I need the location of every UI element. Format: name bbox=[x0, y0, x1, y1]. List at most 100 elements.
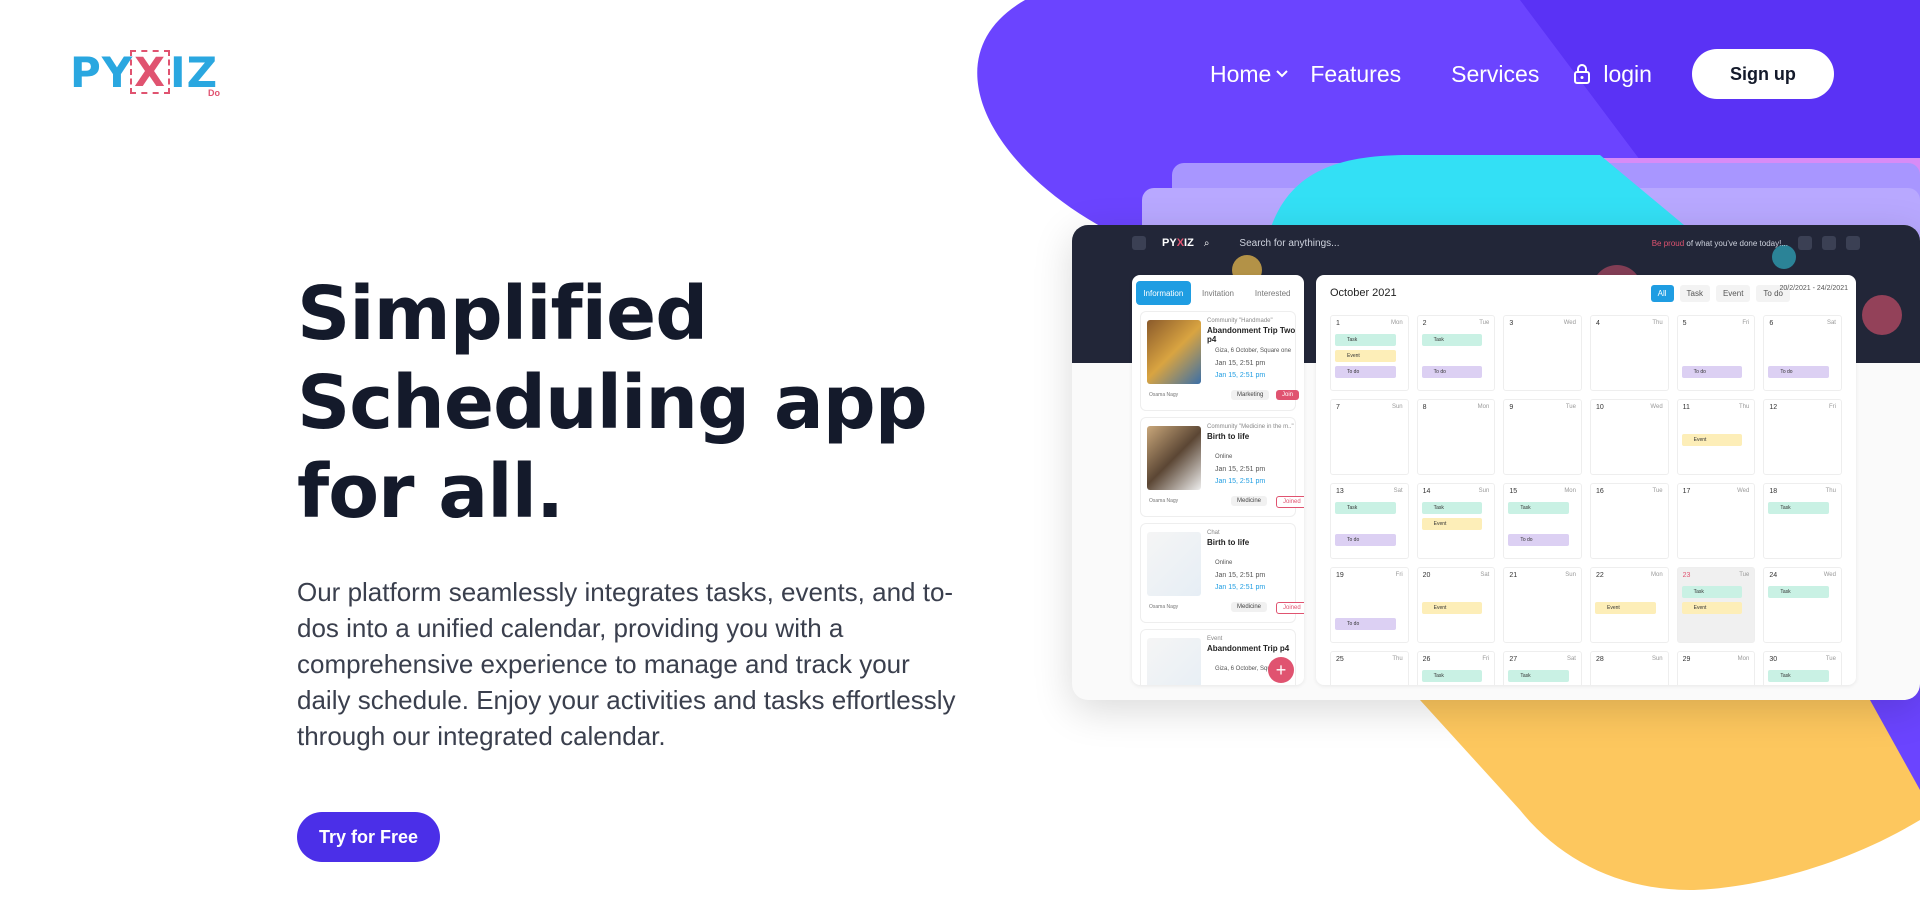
calendar-day[interactable]: 2 Tue Task To do bbox=[1416, 315, 1496, 391]
calendar-day[interactable]: 17 Wed bbox=[1676, 483, 1756, 559]
calendar-day[interactable]: 29 Mon bbox=[1676, 651, 1756, 685]
day-number: 30 bbox=[1769, 656, 1778, 663]
date-range[interactable]: 20/2/2021 - 24/2/2021 bbox=[1779, 285, 1848, 292]
calendar-day[interactable]: 11 Thu Event bbox=[1676, 399, 1756, 475]
event-owner: Osama Nagy bbox=[1149, 498, 1179, 504]
calendar-day[interactable]: 22 Mon Event bbox=[1589, 567, 1669, 643]
task-chip[interactable]: Task bbox=[1421, 502, 1483, 514]
tab-information[interactable]: Information bbox=[1136, 281, 1191, 305]
todo-chip[interactable]: To do bbox=[1335, 618, 1396, 630]
task-chip[interactable]: Task bbox=[1768, 586, 1829, 598]
calendar-day[interactable]: 26 Fri Task bbox=[1416, 651, 1496, 685]
day-number: 6 bbox=[1769, 320, 1774, 327]
event-action-button[interactable]: Joined bbox=[1276, 496, 1304, 508]
nav-home[interactable]: Home bbox=[1210, 61, 1289, 88]
calendar-day[interactable]: 7 Sun bbox=[1330, 399, 1409, 475]
day-number: 25 bbox=[1336, 656, 1344, 663]
event-card[interactable]: Chat Birth to life Online Jan 15, 2:51 pm Ja… bbox=[1140, 523, 1304, 623]
nav-login[interactable]: login bbox=[1573, 61, 1652, 88]
event-chip[interactable]: Event bbox=[1681, 434, 1743, 446]
brand-logo[interactable]: PY X IZ Do bbox=[70, 48, 230, 102]
calendar-day[interactable]: 13 Sat Task To do bbox=[1330, 483, 1409, 559]
calendar-day[interactable]: 27 Sat Task bbox=[1503, 651, 1582, 685]
event-action-button[interactable]: Joined bbox=[1276, 602, 1304, 614]
profile-icon[interactable] bbox=[1846, 236, 1860, 250]
day-weekday: Thu bbox=[1392, 656, 1403, 662]
calendar-day[interactable]: 15 Mon Task To do bbox=[1503, 483, 1582, 559]
calendar-day[interactable]: 5 Fri To do bbox=[1676, 315, 1756, 391]
day-number: 20 bbox=[1422, 572, 1431, 579]
event-chip[interactable]: Event bbox=[1594, 602, 1656, 614]
calendar-day[interactable]: 16 Tue bbox=[1589, 483, 1669, 559]
filter-event[interactable]: Event bbox=[1715, 285, 1751, 302]
try-for-free-button[interactable]: Try for Free bbox=[297, 812, 440, 862]
day-number: 18 bbox=[1769, 488, 1778, 495]
todo-chip[interactable]: To do bbox=[1335, 366, 1396, 378]
event-chip[interactable]: Event bbox=[1421, 602, 1483, 614]
event-chip[interactable]: Event bbox=[1421, 518, 1483, 530]
tab-invitation[interactable]: Invitation bbox=[1191, 281, 1246, 305]
task-chip[interactable]: Task bbox=[1421, 334, 1483, 346]
calendar-day[interactable]: 21 Sun bbox=[1503, 567, 1582, 643]
calendar-day[interactable]: 25 Thu bbox=[1330, 651, 1409, 685]
filter-all[interactable]: All bbox=[1650, 285, 1674, 302]
event-location: Online bbox=[1215, 560, 1233, 566]
day-weekday: Sat bbox=[1393, 488, 1403, 494]
event-chip[interactable]: Event bbox=[1681, 602, 1743, 614]
event-card[interactable]: Community "Handmade" Abandonment Trip Two… bbox=[1140, 311, 1300, 411]
calendar-day[interactable]: 23 Tue Task Event bbox=[1676, 567, 1756, 643]
nav-features[interactable]: Features bbox=[1310, 61, 1401, 88]
calendar-day[interactable]: 8 Mon bbox=[1416, 399, 1496, 475]
task-chip[interactable]: Task bbox=[1335, 334, 1396, 346]
calendar-day[interactable]: 20 Sat Event bbox=[1416, 567, 1496, 643]
calendar-day[interactable]: 6 Sat To do bbox=[1763, 315, 1842, 391]
calendar-day[interactable]: 30 Tue Task bbox=[1763, 651, 1842, 685]
calendar-day[interactable]: 9 Tue bbox=[1503, 399, 1582, 475]
signup-button[interactable]: Sign up bbox=[1691, 49, 1834, 99]
landing-page: PY X IZ Do Home Features Services login … bbox=[0, 0, 1920, 909]
calendar-day[interactable]: 18 Thu Task bbox=[1763, 483, 1842, 559]
calendar-day[interactable]: 14 Sun Task Event bbox=[1416, 483, 1496, 559]
calendar-day[interactable]: 28 Sun bbox=[1589, 651, 1669, 685]
bell-icon[interactable] bbox=[1822, 236, 1836, 250]
day-number: 10 bbox=[1595, 404, 1604, 411]
hero-description: Our platform seamlessly integrates tasks… bbox=[297, 577, 956, 751]
event-end-date: Jan 15, 2:51 pm bbox=[1215, 372, 1266, 379]
event-location: Online bbox=[1215, 454, 1233, 460]
event-card[interactable]: Community "Medicine in the m.." Birth to … bbox=[1140, 417, 1304, 517]
filter-task[interactable]: Task bbox=[1679, 285, 1710, 302]
task-chip[interactable]: Task bbox=[1508, 670, 1569, 682]
calendar-day[interactable]: 24 Wed Task bbox=[1763, 567, 1842, 643]
calendar-month: October 2021 bbox=[1330, 287, 1397, 299]
calendar-icon[interactable] bbox=[1798, 236, 1812, 250]
todo-chip[interactable]: To do bbox=[1681, 366, 1743, 378]
day-number: 29 bbox=[1682, 656, 1691, 663]
task-chip[interactable]: Task bbox=[1768, 670, 1829, 682]
day-number: 2 bbox=[1422, 320, 1427, 327]
task-chip[interactable]: Task bbox=[1421, 670, 1483, 682]
mockup-search[interactable]: Search for anythings... bbox=[1239, 238, 1339, 249]
event-chip[interactable]: Event bbox=[1335, 350, 1396, 362]
event-action-button[interactable]: Join bbox=[1276, 390, 1300, 400]
hero-title: Simplified Scheduling app for all. bbox=[297, 270, 928, 537]
add-event-button[interactable]: + bbox=[1268, 657, 1294, 683]
day-weekday: Thu bbox=[1825, 488, 1836, 494]
calendar-grid: 1 Mon Task Event To do 2 Tue Task To do 3 Wed 4 Thu 5… bbox=[1330, 315, 1842, 685]
todo-chip[interactable]: To do bbox=[1335, 534, 1396, 546]
task-chip[interactable]: Task bbox=[1508, 502, 1569, 514]
calendar-day[interactable]: 10 Wed bbox=[1589, 399, 1669, 475]
tab-interested[interactable]: Interested bbox=[1245, 281, 1300, 305]
nav-login-label: login bbox=[1603, 60, 1652, 87]
calendar-day[interactable]: 19 Fri To do bbox=[1330, 567, 1409, 643]
calendar-day[interactable]: 3 Wed bbox=[1503, 315, 1582, 391]
todo-chip[interactable]: To do bbox=[1768, 366, 1829, 378]
calendar-day[interactable]: 1 Mon Task Event To do bbox=[1330, 315, 1409, 391]
todo-chip[interactable]: To do bbox=[1508, 534, 1569, 546]
task-chip[interactable]: Task bbox=[1681, 586, 1743, 598]
todo-chip[interactable]: To do bbox=[1421, 366, 1483, 378]
nav-services[interactable]: Services bbox=[1451, 61, 1539, 88]
calendar-day[interactable]: 12 Fri bbox=[1763, 399, 1842, 475]
task-chip[interactable]: Task bbox=[1335, 502, 1396, 514]
calendar-day[interactable]: 4 Thu bbox=[1589, 315, 1669, 391]
task-chip[interactable]: Task bbox=[1768, 502, 1829, 514]
